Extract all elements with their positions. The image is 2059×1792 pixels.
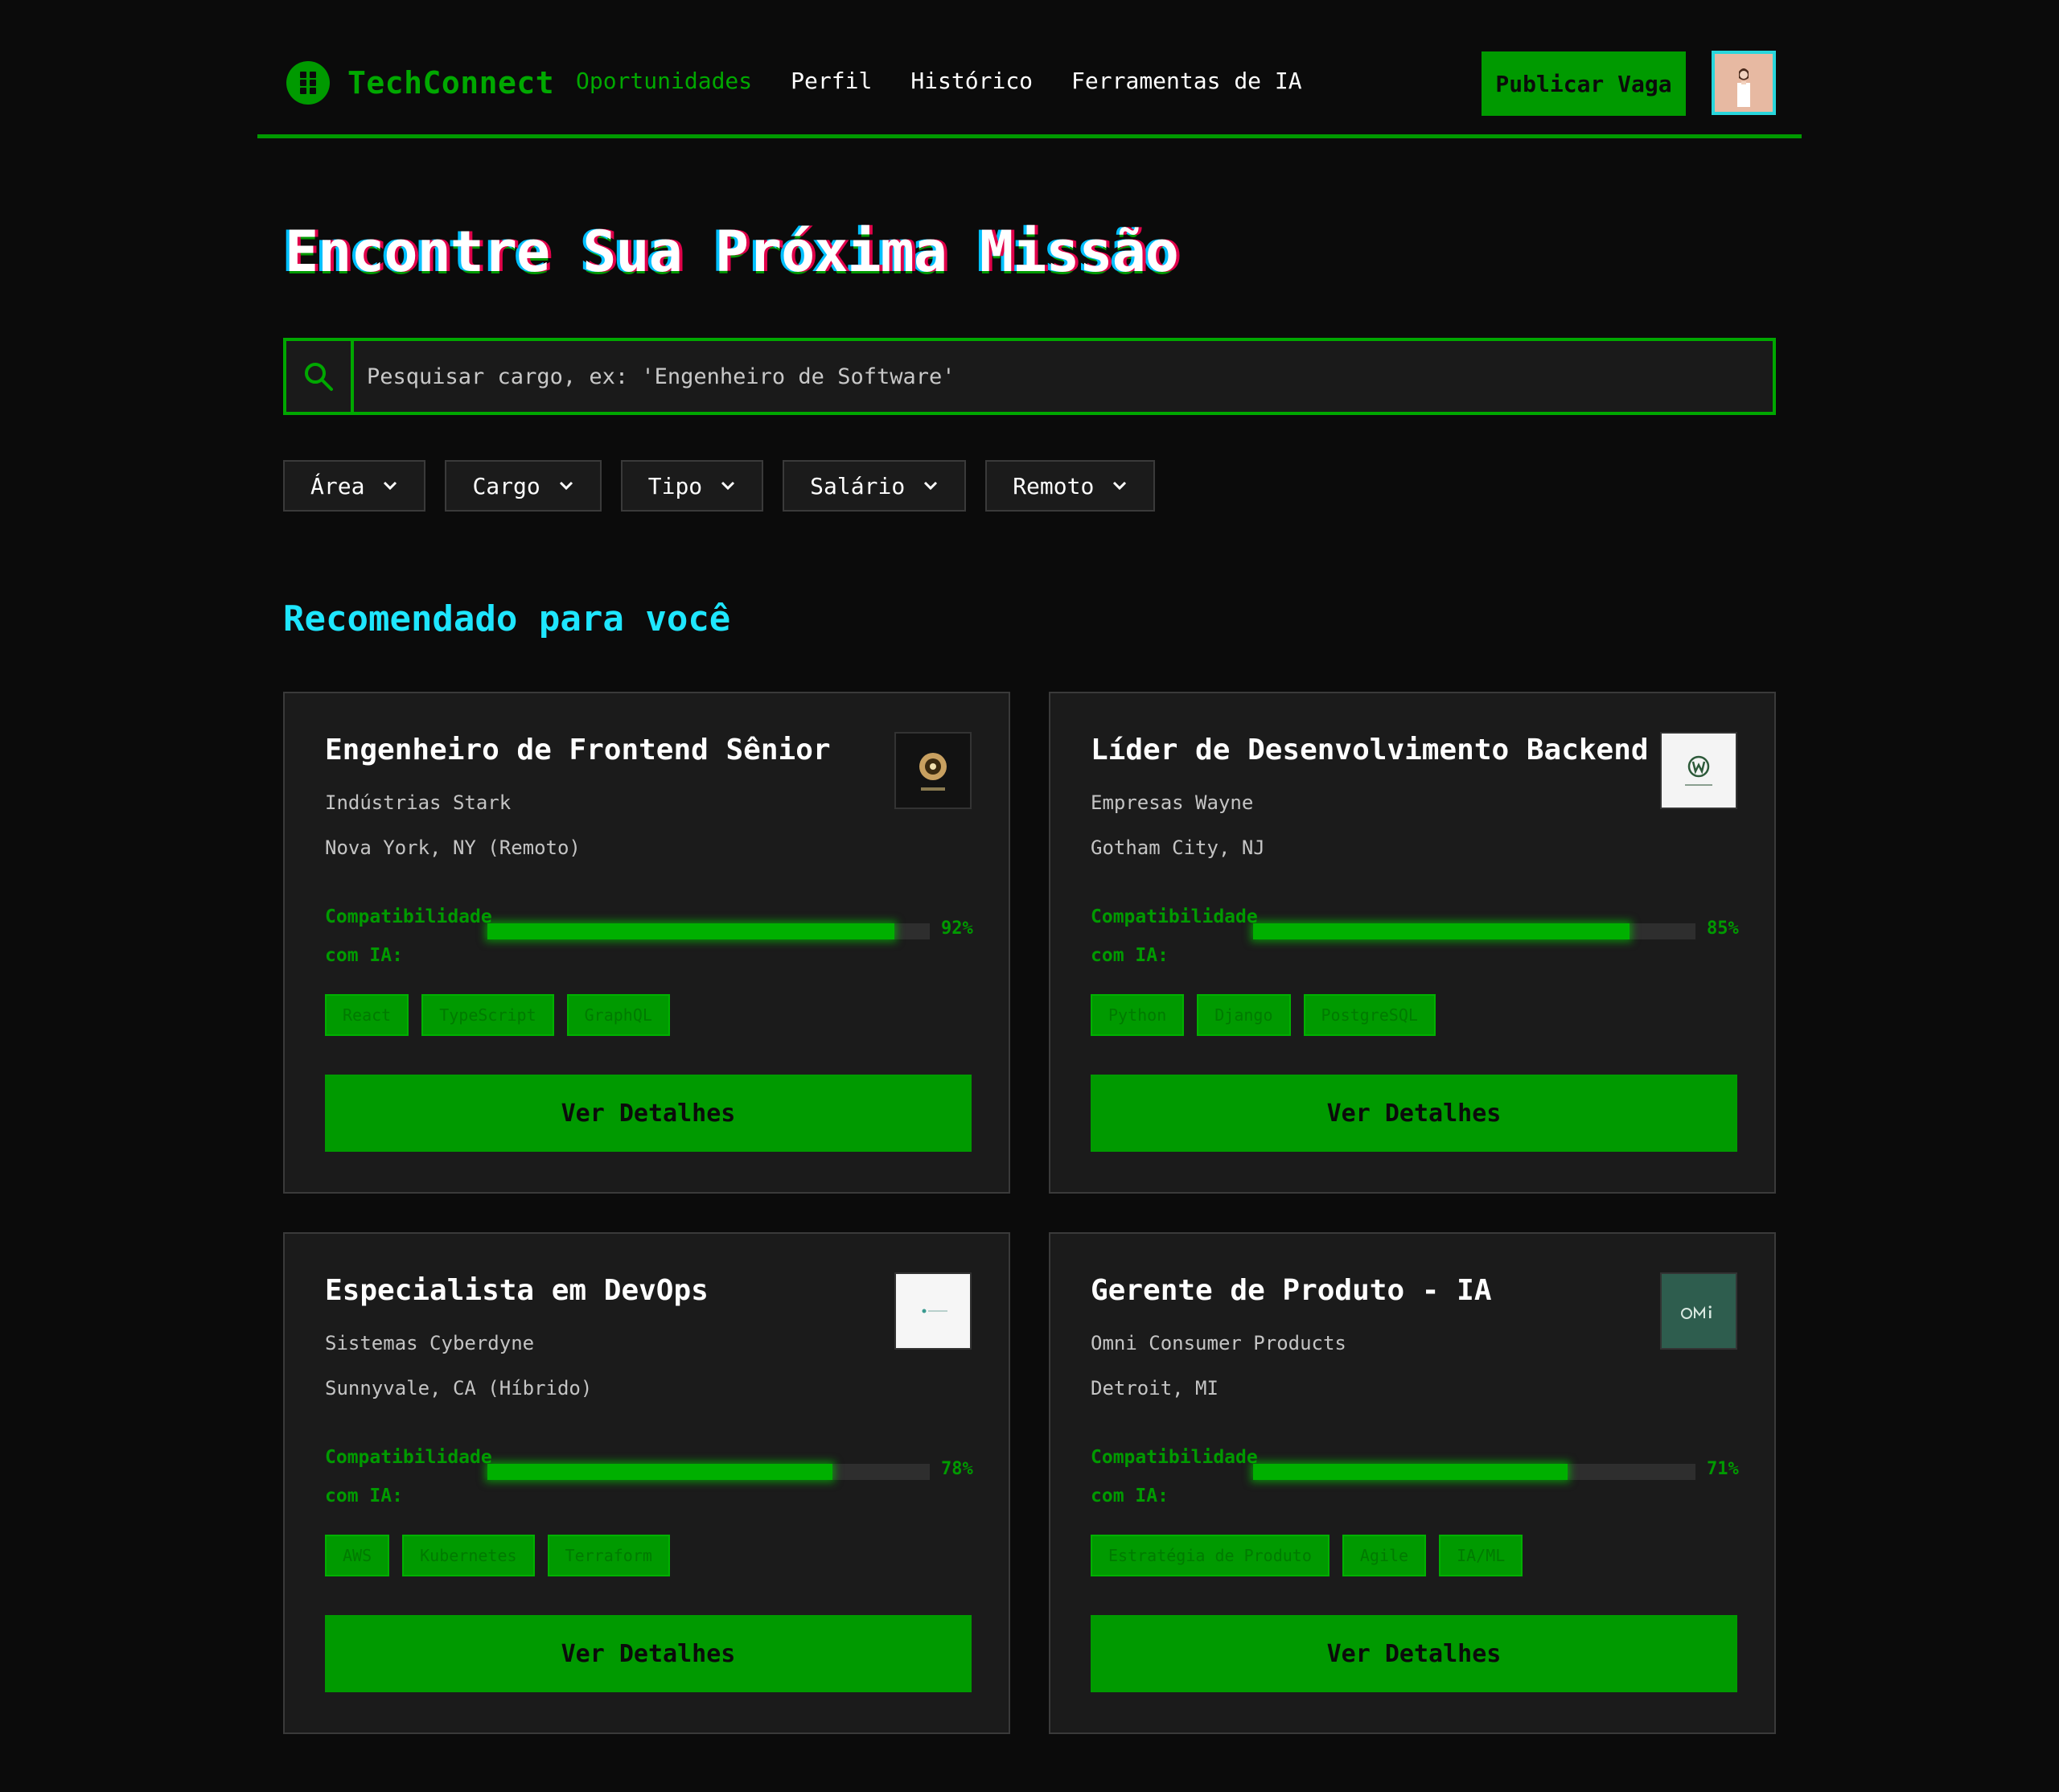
job-title: Especialista em DevOps — [325, 1274, 709, 1307]
stark-logo-icon — [894, 732, 972, 809]
job-title: Líder de Desenvolvimento Backend — [1091, 734, 1649, 767]
match-value: 92% — [941, 919, 973, 939]
cyberdyne-logo-icon — [894, 1272, 972, 1350]
view-details-button[interactable]: Ver Detalhes — [1091, 1075, 1737, 1152]
filter-cargo[interactable]: Cargo — [445, 460, 602, 512]
job-title: Gerente de Produto - IA — [1091, 1274, 1492, 1307]
filter-label: Remoto — [1013, 472, 1095, 499]
skill-tag[interactable]: Estratégia de Produto — [1091, 1535, 1330, 1576]
chevron-down-icon — [382, 480, 398, 491]
search-input[interactable] — [354, 341, 1773, 412]
skill-tags: Estratégia de Produto Agile IA/ML — [1091, 1535, 1535, 1576]
job-title: Engenheiro de Frontend Sênior — [325, 734, 831, 767]
match-label: Compatibilidade com IA: — [325, 1447, 492, 1506]
match-value: 71% — [1707, 1459, 1739, 1479]
nav-item-historico[interactable]: Histórico — [910, 68, 1033, 94]
filter-label: Cargo — [472, 472, 540, 499]
filter-remoto[interactable]: Remoto — [985, 460, 1156, 512]
main-nav: Oportunidades Perfil Histórico Ferrament… — [576, 68, 1341, 94]
job-location: Sunnyvale, CA (Híbrido) — [325, 1377, 593, 1399]
skill-tag[interactable]: Agile — [1342, 1535, 1427, 1576]
search-bar — [283, 338, 1776, 415]
match-value: 78% — [941, 1459, 973, 1479]
match-progress-fill — [1253, 923, 1630, 939]
search-icon[interactable] — [286, 341, 354, 412]
skill-tags: AWS Kubernetes Terraform — [325, 1535, 683, 1576]
omni-logo-icon — [1660, 1272, 1737, 1350]
skill-tag[interactable]: Python — [1091, 994, 1185, 1036]
skill-tag[interactable]: React — [325, 994, 409, 1036]
filter-salario[interactable]: Salário — [783, 460, 967, 512]
publish-job-button[interactable]: Publicar Vaga — [1482, 51, 1686, 116]
chevron-down-icon — [720, 480, 736, 491]
filter-tipo[interactable]: Tipo — [620, 460, 764, 512]
job-card: Engenheiro de Frontend Sênior Indústrias… — [283, 692, 1010, 1194]
filter-label: Tipo — [647, 472, 703, 499]
filter-area[interactable]: Área — [283, 460, 426, 512]
match-progress-bar — [1253, 1464, 1695, 1480]
match-progress-bar — [1253, 923, 1695, 939]
job-location: Nova York, NY (Remoto) — [325, 836, 581, 859]
chevron-down-icon — [923, 480, 939, 491]
skill-tag[interactable]: IA/ML — [1439, 1535, 1523, 1576]
page: TechConnect Oportunidades Perfil Históri… — [0, 0, 2059, 1792]
match-label: Compatibilidade com IA: — [325, 906, 492, 966]
brand-name: TechConnect — [347, 65, 555, 101]
match-progress-bar — [487, 1464, 930, 1480]
skill-tag[interactable]: TypeScript — [421, 994, 554, 1036]
filter-label: Área — [310, 472, 365, 499]
skill-tag[interactable]: Terraform — [547, 1535, 670, 1576]
skill-tag[interactable]: AWS — [325, 1535, 390, 1576]
nav-item-oportunidades[interactable]: Oportunidades — [576, 68, 752, 94]
wayne-logo-icon — [1660, 732, 1737, 809]
chevron-down-icon — [1112, 480, 1128, 491]
filter-label: Salário — [810, 472, 906, 499]
nav-item-perfil[interactable]: Perfil — [791, 68, 872, 94]
match-value: 85% — [1707, 919, 1739, 939]
user-avatar[interactable] — [1712, 51, 1776, 115]
skill-tags: React TypeScript GraphQL — [325, 994, 683, 1036]
match-progress-fill — [1253, 1464, 1568, 1480]
skill-tag[interactable]: GraphQL — [566, 994, 670, 1036]
match-label: Compatibilidade com IA: — [1091, 1447, 1258, 1506]
job-location: Detroit, MI — [1091, 1377, 1219, 1399]
view-details-button[interactable]: Ver Detalhes — [1091, 1615, 1737, 1692]
job-card: Líder de Desenvolvimento Backend Empresa… — [1049, 692, 1776, 1194]
match-progress-bar — [487, 923, 930, 939]
filter-bar: Área Cargo Tipo Salário Remoto — [283, 460, 1174, 512]
job-company: Empresas Wayne — [1091, 791, 1254, 814]
brand-grid-icon — [286, 61, 330, 105]
brand-logo[interactable]: TechConnect — [286, 61, 554, 105]
skill-tags: Python Django PostgreSQL — [1091, 994, 1449, 1036]
chevron-down-icon — [558, 480, 574, 491]
view-details-button[interactable]: Ver Detalhes — [325, 1615, 972, 1692]
section-title: Recomendado para você — [283, 598, 731, 639]
page-title: Encontre Sua Próxima Missão — [285, 219, 1179, 285]
job-company: Indústrias Stark — [325, 791, 512, 814]
match-progress-fill — [487, 923, 894, 939]
skill-tag[interactable]: PostgreSQL — [1303, 994, 1436, 1036]
view-details-button[interactable]: Ver Detalhes — [325, 1075, 972, 1152]
top-header: TechConnect Oportunidades Perfil Históri… — [257, 0, 1802, 138]
job-company: Omni Consumer Products — [1091, 1332, 1346, 1354]
skill-tag[interactable]: Kubernetes — [402, 1535, 535, 1576]
match-label: Compatibilidade com IA: — [1091, 906, 1258, 966]
job-card: Gerente de Produto - IA Omni Consumer Pr… — [1049, 1232, 1776, 1734]
job-company: Sistemas Cyberdyne — [325, 1332, 535, 1354]
skill-tag[interactable]: Django — [1197, 994, 1291, 1036]
job-location: Gotham City, NJ — [1091, 836, 1265, 859]
nav-item-ferramentas-ia[interactable]: Ferramentas de IA — [1071, 68, 1302, 94]
match-progress-fill — [487, 1464, 832, 1480]
user-avatar-icon — [1715, 54, 1773, 112]
job-card: Especialista em DevOps Sistemas Cyberdyn… — [283, 1232, 1010, 1734]
